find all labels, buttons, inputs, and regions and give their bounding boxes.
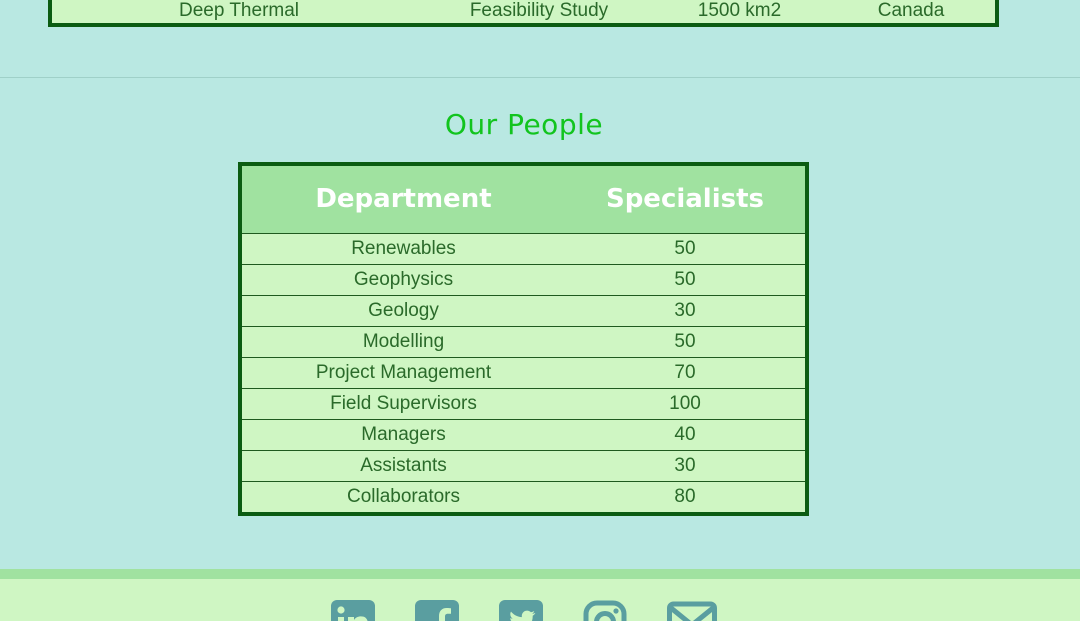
table-row: Geophysics 50 [240, 264, 807, 296]
specialists-cell: 50 [565, 264, 807, 296]
table-row: Modelling 50 [240, 326, 807, 358]
department-cell: Modelling [240, 326, 565, 358]
table-row: Collaborators 80 [240, 481, 807, 514]
column-header-specialists: Specialists [565, 164, 807, 234]
table-row: Deep Thermal Feasibility Study 1500 km2 … [50, 0, 997, 25]
project-stage-cell: Feasibility Study [469, 0, 609, 21]
department-cell: Assistants [240, 450, 565, 482]
specialists-cell: 80 [674, 485, 696, 507]
table-row: Geology 30 [240, 295, 807, 327]
footer-accent-bar [0, 569, 1080, 579]
instagram-icon[interactable] [583, 600, 627, 621]
department-cell: Managers [240, 419, 565, 451]
section-divider [0, 77, 1080, 78]
projects-table: Deep Thermal Feasibility Study 1500 km2 … [48, 0, 999, 27]
table-row: Managers 40 [240, 419, 807, 451]
specialists-cell: 70 [565, 357, 807, 389]
table-header-row: Department Specialists [240, 164, 807, 234]
specialists-cell: 50 [565, 233, 807, 265]
department-cell: Collaborators [347, 485, 460, 507]
email-icon[interactable] [667, 600, 717, 621]
project-area-cell: 1500 km2 [697, 0, 782, 21]
project-name-cell: Deep Thermal [178, 0, 300, 21]
department-cell: Renewables [240, 233, 565, 265]
column-header-department: Department [240, 164, 565, 234]
linkedin-icon[interactable] [331, 600, 375, 621]
department-cell: Project Management [240, 357, 565, 389]
footer [0, 579, 1080, 621]
table-row: Field Supervisors 100 [240, 388, 807, 420]
people-table: Department Specialists Renewables 50 Geop… [238, 162, 809, 516]
section-title: Our People [444, 108, 604, 141]
specialists-cell: 30 [565, 450, 807, 482]
specialists-cell: 100 [565, 388, 807, 420]
department-cell: Geology [240, 295, 565, 327]
specialists-cell: 50 [565, 326, 807, 358]
twitter-icon[interactable] [499, 600, 543, 621]
department-cell: Field Supervisors [240, 388, 565, 420]
table-row: Assistants 30 [240, 450, 807, 482]
project-country-cell: Canada [877, 0, 945, 21]
table-row: Renewables 50 [240, 233, 807, 265]
specialists-cell: 30 [565, 295, 807, 327]
department-cell: Geophysics [240, 264, 565, 296]
table-row: Project Management 70 [240, 357, 807, 389]
page: Deep Thermal Feasibility Study 1500 km2 … [0, 0, 1080, 621]
facebook-icon[interactable] [415, 600, 459, 621]
specialists-cell: 40 [565, 419, 807, 451]
